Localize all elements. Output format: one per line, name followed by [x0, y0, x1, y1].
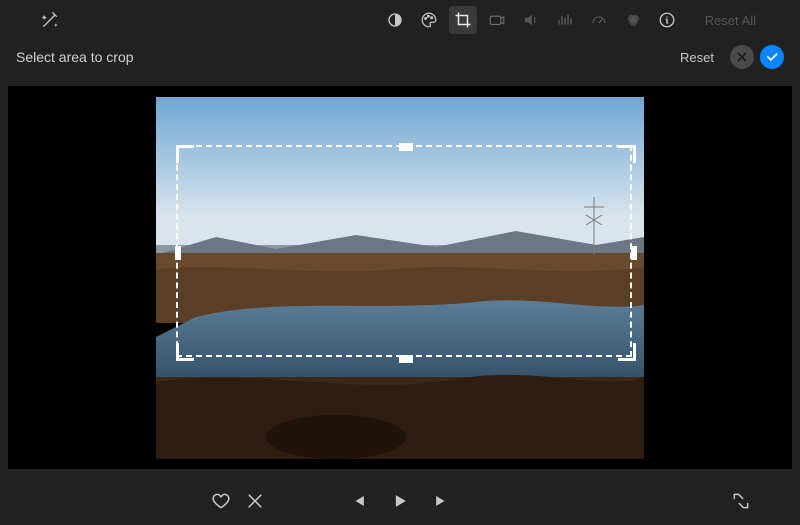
- crop-confirm-button[interactable]: [760, 45, 784, 69]
- heart-icon[interactable]: [210, 490, 232, 512]
- magic-wand-icon[interactable]: [20, 9, 80, 31]
- crop-corner-br[interactable]: [618, 343, 636, 361]
- volume-icon[interactable]: [517, 6, 545, 34]
- camera-icon[interactable]: [483, 6, 511, 34]
- crop-cancel-button[interactable]: [730, 45, 754, 69]
- crop-handle-bottom[interactable]: [399, 355, 413, 363]
- equalizer-icon[interactable]: [551, 6, 579, 34]
- crop-corner-tr[interactable]: [618, 145, 636, 163]
- crop-toolbar: Select area to crop Reset: [0, 40, 800, 74]
- adjust-toolbar: Reset All: [0, 0, 800, 40]
- skip-back-icon[interactable]: [347, 490, 369, 512]
- fullscreen-icon[interactable]: [730, 490, 752, 512]
- skip-forward-icon[interactable]: [431, 490, 453, 512]
- palette-icon[interactable]: [415, 6, 443, 34]
- contrast-icon[interactable]: [381, 6, 409, 34]
- crop-corner-bl[interactable]: [176, 343, 194, 361]
- crop-instruction-label: Select area to crop: [16, 49, 134, 65]
- crop-handle-right[interactable]: [631, 246, 637, 260]
- playback-bar: [0, 477, 800, 525]
- reset-all-button: Reset All: [705, 13, 756, 28]
- info-icon[interactable]: [653, 6, 681, 34]
- crop-icon[interactable]: [449, 6, 477, 34]
- crop-handle-top[interactable]: [399, 143, 413, 151]
- image-canvas[interactable]: [156, 97, 644, 459]
- preview-area: [8, 86, 792, 469]
- crop-selection[interactable]: [176, 145, 632, 357]
- gauge-icon[interactable]: [585, 6, 613, 34]
- crop-handle-left[interactable]: [175, 246, 181, 260]
- color-balance-icon[interactable]: [619, 6, 647, 34]
- crop-reset-button[interactable]: Reset: [680, 50, 714, 65]
- reject-icon[interactable]: [244, 490, 266, 512]
- play-icon[interactable]: [389, 490, 411, 512]
- crop-corner-tl[interactable]: [176, 145, 194, 163]
